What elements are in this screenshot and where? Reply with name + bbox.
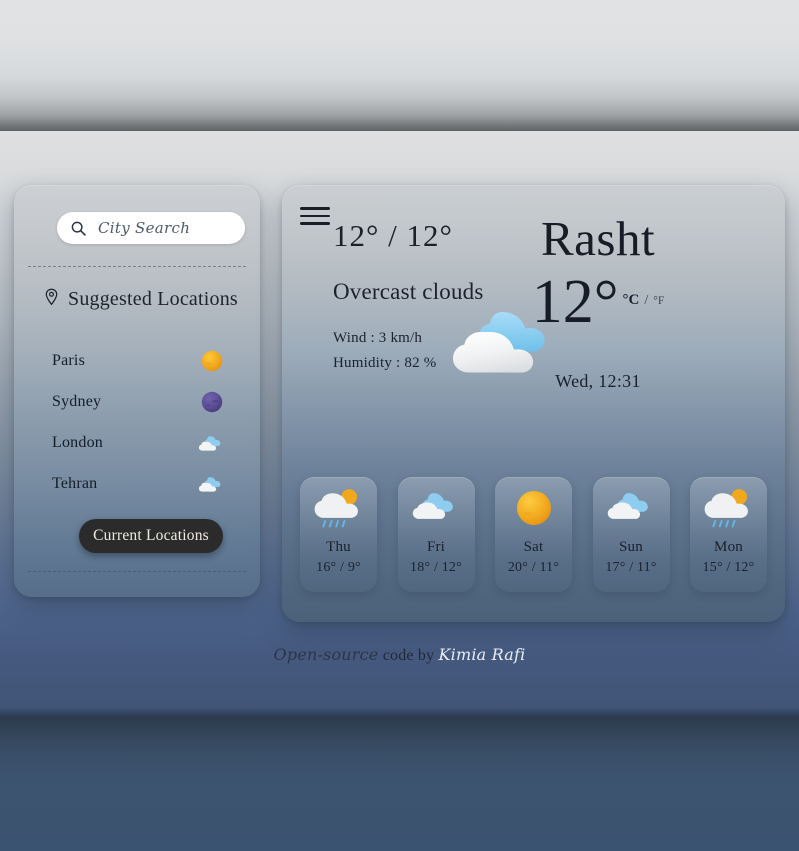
forecast-card[interactable]: Thu 16° / 9° (300, 477, 377, 592)
search-input[interactable] (88, 219, 296, 237)
forecast-card[interactable]: Sat 20° / 11° (495, 477, 572, 592)
suggested-locations-list: Paris Sydney London Tehran (14, 340, 260, 504)
suggested-locations-title: Suggested Locations (68, 288, 238, 310)
weather-main-panel: 12° / 12° Overcast clouds Wind : 3 km/h … (282, 185, 785, 622)
open-source-label: Open-source (273, 645, 379, 664)
menu-bar (300, 214, 330, 218)
suggested-locations-header: Suggested Locations (44, 288, 238, 311)
code-by-label: code by (382, 647, 435, 664)
menu-bar (300, 207, 330, 210)
current-locations-button[interactable]: Current Locations (79, 519, 223, 553)
unit-toggle[interactable]: °C / °F (623, 274, 665, 309)
sidebar-divider-top (28, 266, 246, 267)
sun-rain-cloud-icon (300, 477, 377, 539)
city-name: Tehran (52, 474, 98, 492)
forecast-temp: 17° / 11° (605, 560, 657, 575)
forecast-day: Sat (523, 539, 544, 555)
forecast-day: Mon (714, 539, 743, 555)
list-item[interactable]: Tehran (14, 463, 260, 504)
backdrop-bottom-band (0, 717, 799, 851)
hamburger-menu-icon[interactable] (300, 204, 330, 228)
celsius-unit-button[interactable]: °C (623, 292, 640, 309)
wind-metric: Wind : 3 km/h (333, 330, 423, 346)
menu-bar (300, 222, 330, 225)
forecast-strip: Thu 16° / 9° Fri 18° / 12° Sat 20° / 11°… (300, 477, 767, 592)
forecast-temp: 16° / 9° (316, 560, 361, 575)
list-item[interactable]: Paris (14, 340, 260, 381)
cloud-icon (593, 477, 670, 539)
page-title: Rasht (540, 211, 656, 266)
backdrop-top-band (0, 0, 799, 131)
cloud-icon (398, 477, 475, 539)
sun-icon (495, 477, 572, 539)
fahrenheit-unit-button[interactable]: °F (653, 295, 664, 307)
current-temperature-row: 12° °C / °F (433, 268, 763, 336)
forecast-day: Thu (326, 539, 351, 555)
city-name: Paris (52, 351, 85, 369)
moon-icon (198, 389, 226, 415)
cloud-icon (198, 471, 226, 497)
cloud-icon (198, 430, 226, 456)
sun-icon (198, 348, 226, 374)
sun-rain-cloud-icon (690, 477, 767, 539)
forecast-card[interactable]: Mon 15° / 12° (690, 477, 767, 592)
forecast-temp: 20° / 11° (507, 560, 560, 575)
humidity-metric: Humidity : 82 % (333, 355, 437, 371)
forecast-temp: 15° / 12° (702, 560, 755, 575)
list-item[interactable]: London (14, 422, 260, 463)
current-temperature: 12° (531, 268, 619, 336)
footer-credit: Open-source code by Kimia Rafi (0, 645, 799, 665)
current-datetime: Wed, 12:31 (555, 371, 641, 391)
city-name: London (52, 433, 103, 451)
forecast-card[interactable]: Sun 17° / 11° (592, 477, 670, 592)
forecast-card[interactable]: Fri 18° / 12° (397, 477, 475, 592)
forecast-day: Sun (619, 539, 643, 555)
map-pin-icon (44, 288, 59, 311)
search-icon (68, 218, 88, 238)
sidebar-panel: Suggested Locations Paris Sydney (14, 185, 296, 597)
list-item[interactable]: Sydney (14, 381, 260, 422)
forecast-temp: 18° / 12° (410, 560, 462, 575)
city-name: Sydney (52, 392, 102, 410)
sidebar-divider-bottom (28, 571, 246, 572)
weather-app: Suggested Locations Paris Sydney (0, 0, 799, 851)
forecast-day: Fri (426, 539, 446, 555)
author-name[interactable]: Kimia Rafi (439, 645, 526, 664)
unit-separator: / (644, 293, 649, 308)
search-bar[interactable] (57, 212, 296, 244)
